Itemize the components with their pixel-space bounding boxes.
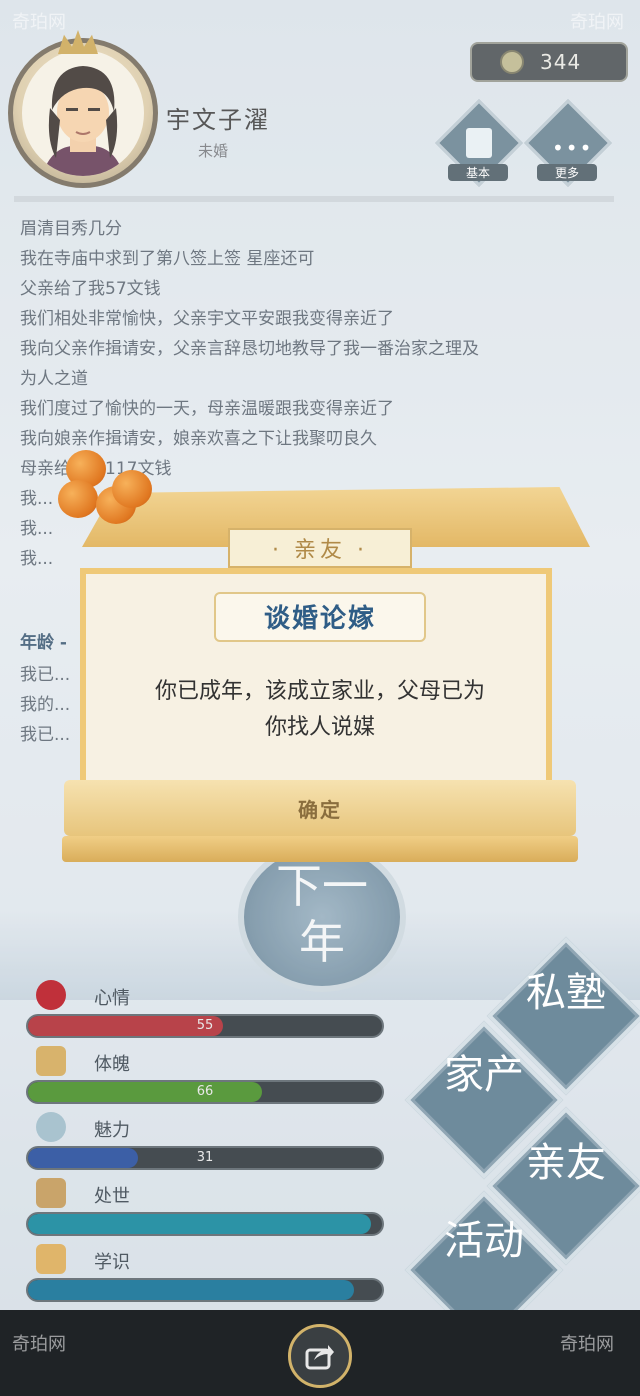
watermark: 奇珀网 [12, 12, 66, 33]
stat-label: 处世 [94, 1186, 130, 1207]
stat-bar [26, 1278, 384, 1302]
stat-label: 体魄 [94, 1054, 130, 1075]
scroll-icon [36, 1244, 66, 1274]
dialog-base [62, 836, 578, 862]
relatives-label: 亲友 [526, 1140, 606, 1186]
watermark: 奇珀网 [12, 1334, 66, 1355]
flower-icon [36, 980, 66, 1010]
stat-label: 魅力 [94, 1120, 130, 1141]
share-icon [304, 1340, 336, 1372]
stat-value: 66 [196, 1084, 214, 1099]
confirm-label: 确定 [298, 798, 342, 822]
stat-bar [26, 1212, 384, 1236]
family-estate-label: 家产 [444, 1052, 524, 1098]
activities-label: 活动 [444, 1218, 524, 1264]
watermark: 奇珀网 [560, 1334, 614, 1355]
stat-value: 55 [196, 1018, 214, 1033]
persimmon-icon [112, 470, 152, 508]
watermark: 奇珀网 [570, 12, 624, 33]
stat-bar-fill [28, 1214, 372, 1234]
persimmon-icon [58, 480, 98, 518]
dialog-tab-title: · 亲友 · [271, 538, 368, 563]
dialog-message: 你已成年，该成立家业，父母已为 你找人说媒 [154, 679, 485, 740]
stat-value: 31 [196, 1150, 214, 1165]
private-school-label: 私塾 [526, 970, 606, 1016]
stat-label: 学识 [94, 1252, 130, 1273]
muscle-icon [36, 1046, 66, 1076]
stat-label: 心情 [94, 988, 130, 1009]
dialog-subtitle: 谈婚论嫁 [263, 604, 376, 634]
stat-bar-fill [28, 1280, 354, 1300]
handshake-icon [36, 1178, 66, 1208]
orb-icon [36, 1112, 66, 1142]
